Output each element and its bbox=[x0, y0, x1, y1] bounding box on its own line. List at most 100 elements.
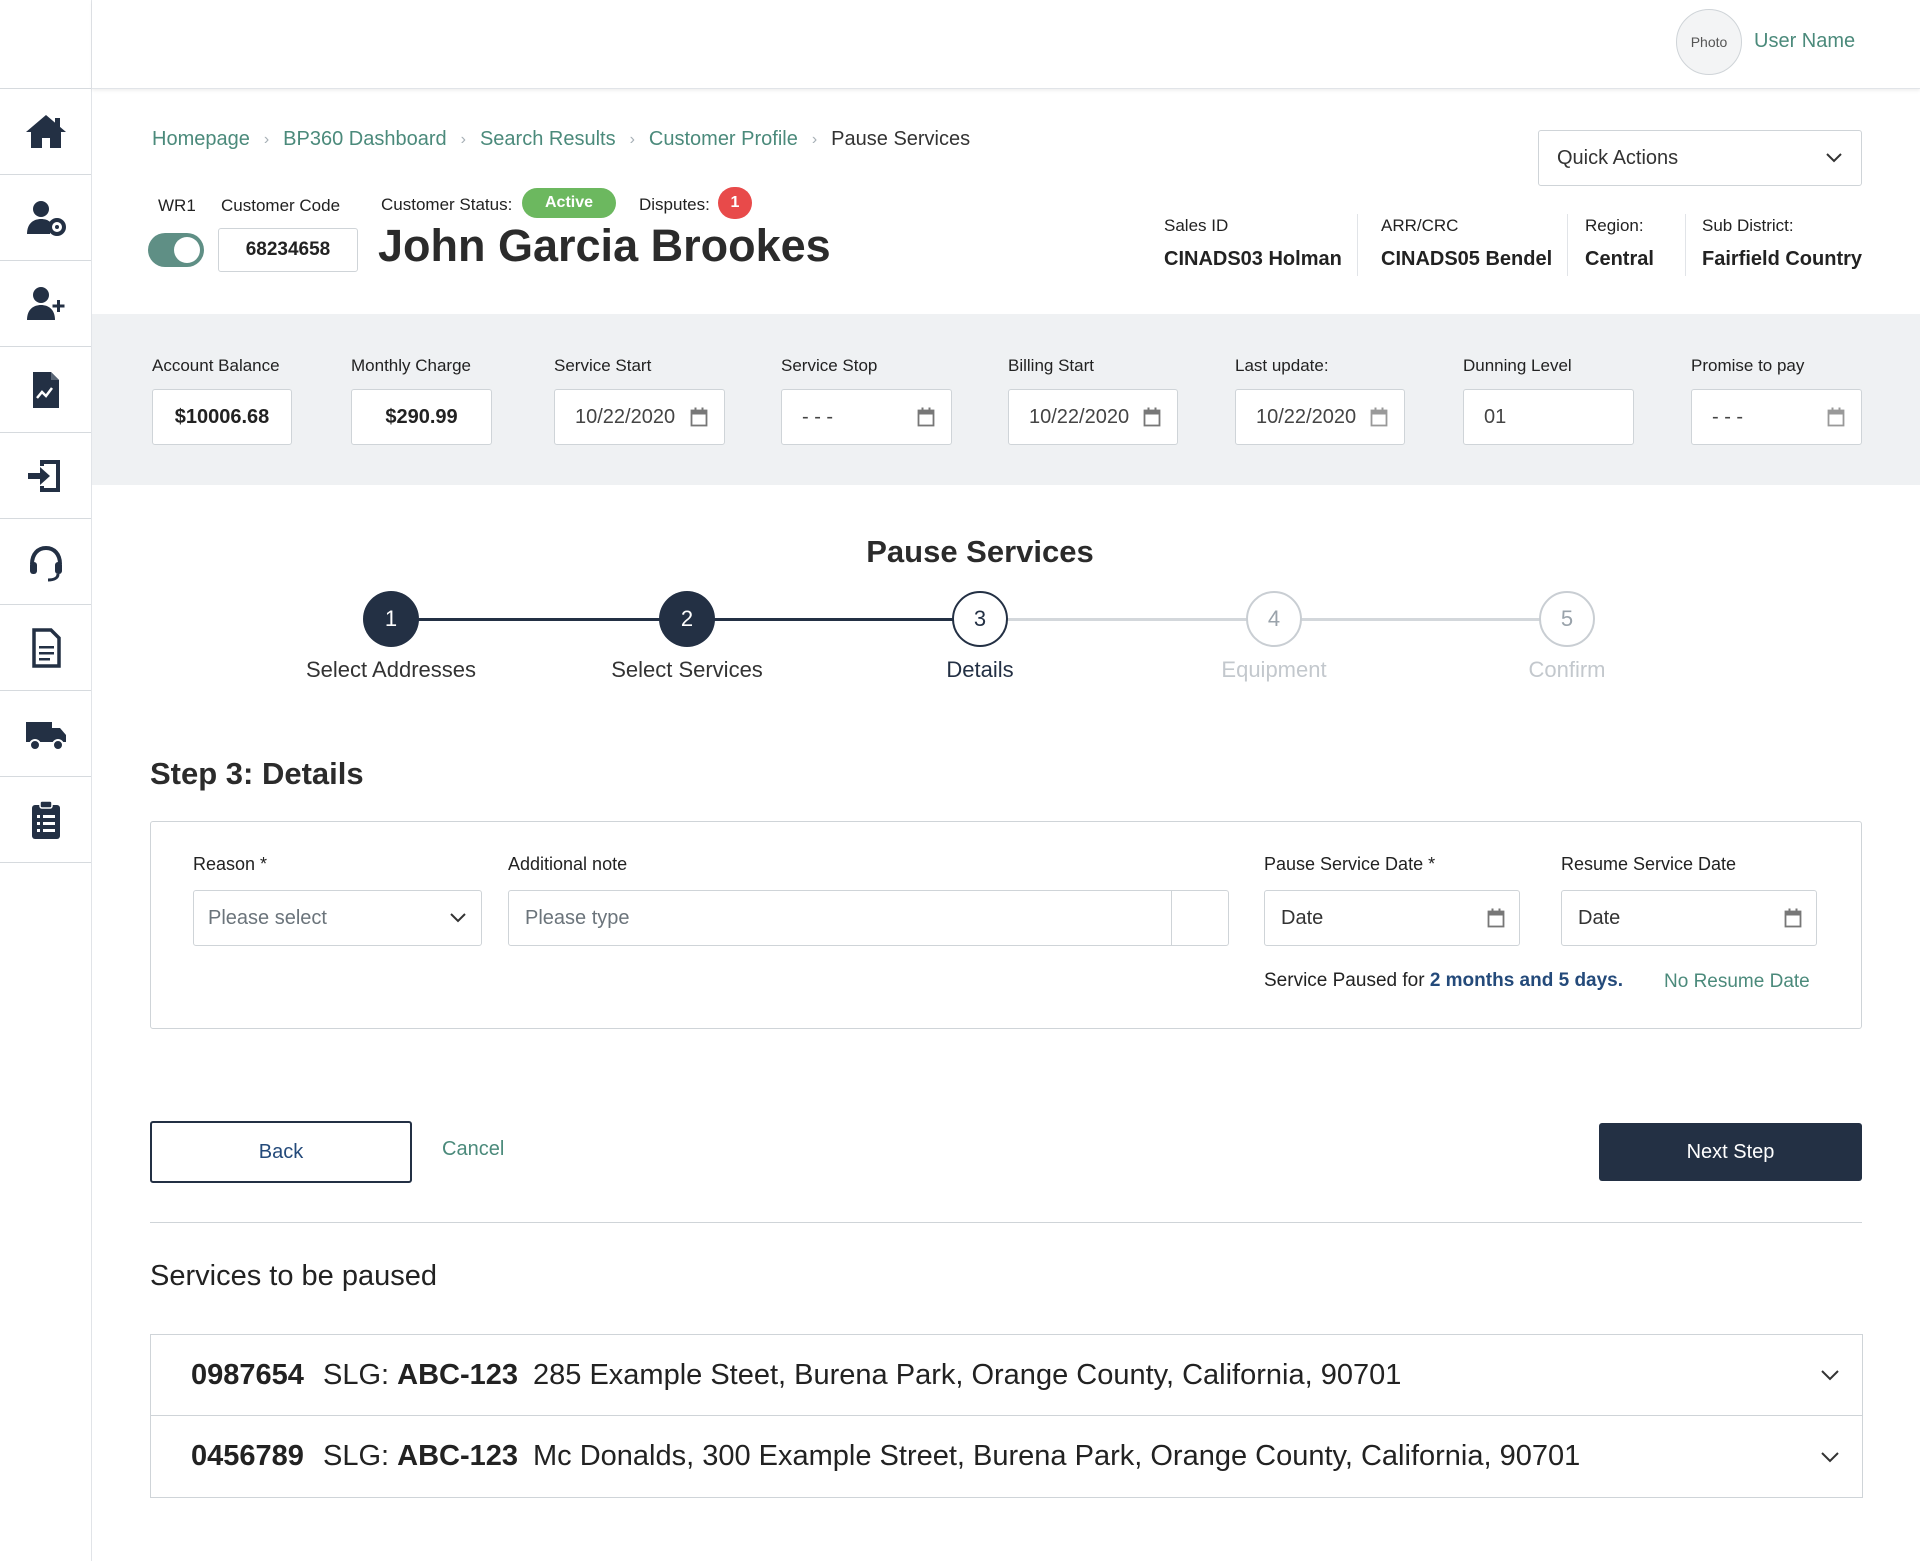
meta-divider bbox=[1357, 214, 1358, 276]
service-number: 0456789 bbox=[191, 1440, 304, 1472]
sales-id: Sales ID CINADS03 Holman bbox=[1164, 216, 1342, 271]
cancel-button[interactable]: Cancel bbox=[442, 1138, 504, 1161]
reason-placeholder: Please select bbox=[208, 906, 327, 929]
breadcrumb-search-results[interactable]: Search Results bbox=[480, 128, 616, 151]
document-chart-icon bbox=[32, 371, 59, 408]
disputes-label: Disputes: bbox=[639, 195, 710, 214]
meta-divider bbox=[1685, 214, 1686, 276]
wr-toggle[interactable] bbox=[148, 233, 204, 267]
promise-to-pay-field[interactable]: - - - bbox=[1691, 389, 1862, 445]
chevron-down-icon[interactable] bbox=[1820, 1451, 1840, 1463]
step-connector bbox=[980, 618, 1274, 621]
step-5-circle: 5 bbox=[1539, 591, 1595, 647]
slg-prefix: SLG: bbox=[323, 1440, 390, 1472]
service-slg: SLG: ABC-123 bbox=[323, 1359, 533, 1392]
services-title: Services to be paused bbox=[150, 1260, 437, 1292]
service-start-value: 10/22/2020 bbox=[575, 405, 676, 428]
service-stop-field[interactable]: - - - bbox=[781, 389, 952, 445]
note-input-addon[interactable] bbox=[1171, 891, 1228, 945]
list-item[interactable]: 0456789 SLG: ABC-123 Mc Donalds, 300 Exa… bbox=[151, 1416, 1862, 1497]
customer-code-label: Customer Code bbox=[221, 196, 341, 215]
step-4-label: Equipment bbox=[1221, 657, 1327, 682]
dunning-level: Dunning Level 01 bbox=[1463, 356, 1634, 445]
breadcrumb-homepage[interactable]: Homepage bbox=[152, 128, 250, 151]
breadcrumb-customer-profile[interactable]: Customer Profile bbox=[649, 128, 798, 151]
pause-duration-text: Service Paused for 2 months and 5 days. bbox=[1264, 970, 1623, 992]
chevron-down-icon bbox=[450, 913, 466, 923]
sidebar-item-reports[interactable] bbox=[0, 347, 91, 433]
reason-select[interactable]: Please select bbox=[193, 890, 482, 946]
slg-value: ABC-123 bbox=[397, 1358, 519, 1391]
calendar-icon bbox=[1784, 908, 1802, 928]
calendar-icon bbox=[1827, 407, 1845, 427]
resume-date-placeholder: Date bbox=[1578, 906, 1621, 929]
pause-date-input[interactable]: Date bbox=[1264, 890, 1520, 946]
calendar-icon bbox=[1143, 407, 1161, 427]
region: Region: Central bbox=[1585, 216, 1654, 271]
avatar[interactable]: Photo bbox=[1676, 9, 1742, 75]
sidebar-item-documents[interactable] bbox=[0, 605, 91, 691]
service-start-label: Service Start bbox=[554, 356, 652, 375]
no-resume-date-link[interactable]: No Resume Date bbox=[1664, 971, 1810, 993]
last-update-field[interactable]: 10/22/2020 bbox=[1235, 389, 1405, 445]
dunning-level-field: 01 bbox=[1463, 389, 1634, 445]
arr-crc-value: CINADS05 Bendel bbox=[1381, 248, 1553, 270]
user-settings-icon bbox=[26, 200, 66, 236]
breadcrumb-dashboard[interactable]: BP360 Dashboard bbox=[283, 128, 446, 151]
section-divider bbox=[150, 1222, 1862, 1223]
resume-date-input[interactable]: Date bbox=[1561, 890, 1817, 946]
chevron-down-icon[interactable] bbox=[1820, 1369, 1840, 1381]
breadcrumb-current: Pause Services bbox=[831, 128, 971, 150]
step-connector bbox=[687, 618, 980, 621]
last-update-value: 10/22/2020 bbox=[1256, 405, 1357, 428]
home-icon bbox=[25, 114, 66, 148]
billing-start-label: Billing Start bbox=[1008, 356, 1094, 375]
step-2-circle[interactable]: 2 bbox=[659, 591, 715, 647]
note-placeholder: Please type bbox=[525, 906, 630, 929]
sales-id-value: CINADS03 Holman bbox=[1164, 248, 1342, 270]
calendar-icon bbox=[1487, 908, 1505, 928]
step-4-circle: 4 bbox=[1246, 591, 1302, 647]
billing-start-field[interactable]: 10/22/2020 bbox=[1008, 389, 1178, 445]
page-title: Pause Services bbox=[866, 534, 1094, 569]
pause-date-placeholder: Date bbox=[1281, 906, 1324, 929]
chevron-right-icon: › bbox=[263, 130, 270, 148]
region-label: Region: bbox=[1585, 216, 1644, 235]
chevron-down-icon bbox=[1826, 153, 1842, 163]
sub-district-value: Fairfield Country bbox=[1702, 248, 1863, 270]
dunning-level-value: 01 bbox=[1484, 405, 1507, 428]
sidebar-item-delivery[interactable] bbox=[0, 691, 91, 777]
quick-actions-label: Quick Actions bbox=[1557, 146, 1679, 169]
service-slg: SLG: ABC-123 bbox=[323, 1440, 533, 1473]
service-stop-value: - - - bbox=[802, 405, 834, 428]
sidebar-item-home[interactable] bbox=[0, 89, 91, 175]
list-item[interactable]: 0987654 SLG: ABC-123 285 Example Steet, … bbox=[151, 1335, 1862, 1416]
slg-value: ABC-123 bbox=[397, 1440, 519, 1472]
quick-actions-dropdown[interactable]: Quick Actions bbox=[1538, 130, 1862, 186]
reason-label: Reason * bbox=[193, 854, 268, 874]
user-name[interactable]: User Name bbox=[1754, 30, 1855, 53]
note-input[interactable]: Please type bbox=[508, 890, 1229, 946]
back-button[interactable]: Back bbox=[150, 1121, 412, 1183]
disputes-count-badge[interactable]: 1 bbox=[718, 187, 752, 219]
sidebar-item-sign-in[interactable] bbox=[0, 433, 91, 519]
promise-to-pay-value: - - - bbox=[1712, 405, 1744, 428]
sidebar-item-tasks[interactable] bbox=[0, 777, 91, 863]
customer-code-value: 68234658 bbox=[218, 228, 358, 272]
service-start: Service Start 10/22/2020 bbox=[554, 356, 725, 445]
monthly-charge: Monthly Charge $290.99 bbox=[351, 356, 492, 445]
status-badge: Active bbox=[522, 188, 616, 218]
service-start-field[interactable]: 10/22/2020 bbox=[554, 389, 725, 445]
sidebar-item-add-user[interactable] bbox=[0, 261, 91, 347]
sub-district-label: Sub District: bbox=[1702, 216, 1794, 235]
step-1-circle[interactable]: 1 bbox=[363, 591, 419, 647]
account-balance-value: $10006.68 bbox=[152, 389, 292, 445]
next-step-button[interactable]: Next Step bbox=[1599, 1123, 1862, 1181]
account-balance-label: Account Balance bbox=[152, 356, 280, 375]
step-3-label: Details bbox=[946, 657, 1014, 682]
step-3-circle[interactable]: 3 bbox=[952, 591, 1008, 647]
step-5-label: Confirm bbox=[1528, 657, 1606, 682]
breadcrumb: Homepage › BP360 Dashboard › Search Resu… bbox=[152, 128, 970, 151]
clipboard-list-icon bbox=[31, 799, 60, 839]
sidebar-item-user-settings[interactable] bbox=[0, 175, 91, 261]
